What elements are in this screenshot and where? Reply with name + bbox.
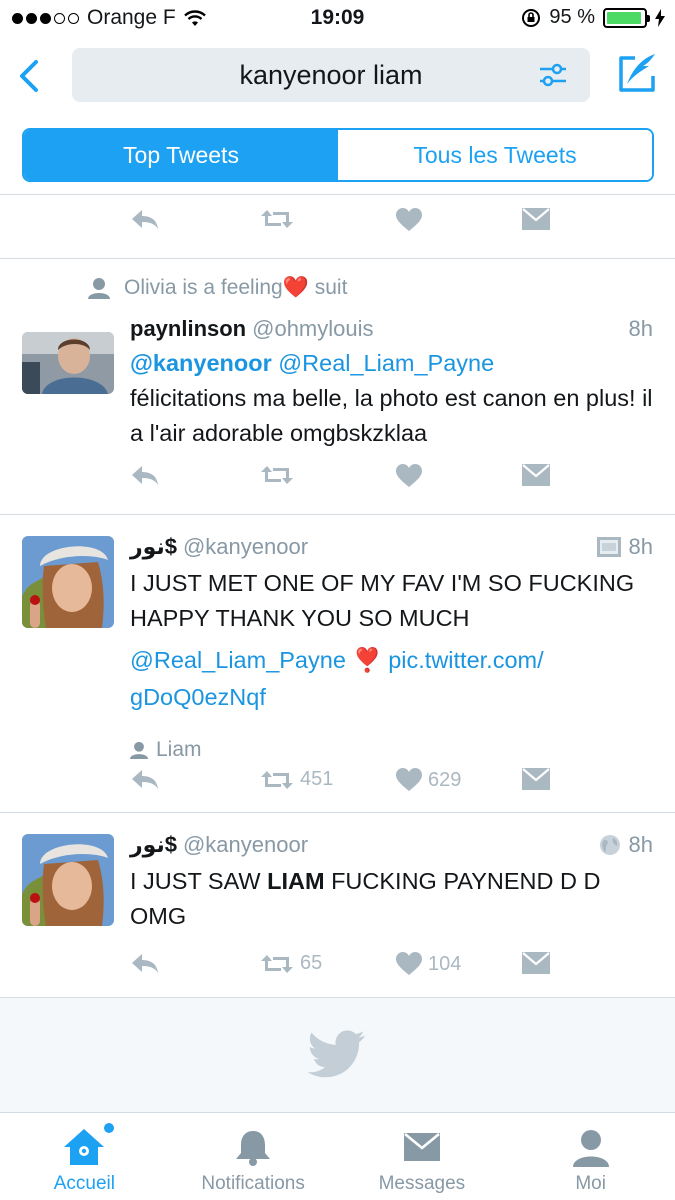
tweet-body-text: félicitations ma belle, la photo est can…: [130, 385, 653, 446]
social-context-text: Olivia is a feeling❤️ suit: [124, 276, 348, 299]
avatar[interactable]: [22, 834, 114, 926]
like-count: 629: [428, 768, 462, 791]
highlighted-term: LIAM: [267, 868, 325, 894]
home-icon: [64, 1129, 105, 1165]
status-bar: Orange F 19:09 95 %: [0, 0, 675, 40]
tweet-actions: 451 629: [130, 768, 660, 808]
tab-me[interactable]: Moi: [506, 1113, 675, 1200]
compose-tweet-icon[interactable]: [615, 52, 659, 96]
reply-button[interactable]: [130, 768, 160, 790]
battery-icon: [603, 7, 650, 28]
twitter-bird-icon: [308, 1030, 365, 1078]
notification-dot: [104, 1123, 114, 1133]
tab-home[interactable]: Accueil: [0, 1113, 169, 1200]
mention-link[interactable]: @Real_Liam_Payne: [278, 350, 494, 376]
social-context: Olivia is a feeling❤️ suit: [88, 276, 347, 300]
search-field[interactable]: kanyenoor liam: [72, 48, 590, 102]
tweet-actions: [130, 208, 660, 248]
nav-bar: kanyenoor liam: [0, 40, 675, 120]
tweet-filter-tabs: Top Tweets Tous les Tweets: [22, 128, 654, 182]
battery-percent: 95 %: [549, 6, 595, 28]
tweet-author-handle[interactable]: @kanyenoor: [183, 832, 308, 857]
tagged-name: Liam: [156, 738, 202, 761]
tweet-body-text: I JUST MET ONE OF MY FAV I'M SO FUCKING …: [130, 570, 635, 631]
retweet-button[interactable]: 451: [260, 768, 333, 791]
media-link-cont[interactable]: gDoQ0ezNqf: [130, 684, 266, 710]
retweet-button[interactable]: [260, 464, 294, 486]
mention-link[interactable]: @kanyenoor: [130, 350, 272, 376]
like-count: 104: [428, 952, 462, 975]
bottom-tab-bar: Accueil Notifications Messages Moi: [0, 1112, 675, 1200]
mention-link[interactable]: @Real_Liam_Payne: [130, 647, 346, 673]
tweet-item[interactable]: Olivia is a feeling❤️ suit paynlinson @oh…: [0, 258, 675, 514]
battery-info: 95 %: [521, 6, 665, 29]
person-icon: [88, 278, 110, 299]
avatar[interactable]: [22, 332, 114, 394]
tweet-author-name[interactable]: نور$: [130, 832, 177, 857]
reply-button[interactable]: [130, 952, 160, 974]
globe-icon: [599, 835, 620, 855]
timeline-end: [0, 998, 675, 1112]
tab-messages[interactable]: Messages: [338, 1113, 507, 1200]
tab-label: Notifications: [201, 1173, 305, 1194]
tab-label: Messages: [378, 1173, 466, 1194]
tweet-author-handle[interactable]: @kanyenoor: [183, 534, 308, 559]
like-button[interactable]: 104: [396, 952, 461, 976]
tab-notifications[interactable]: Notifications: [169, 1113, 338, 1200]
bell-icon: [236, 1131, 271, 1166]
direct-message-button[interactable]: [522, 208, 550, 230]
retweet-button[interactable]: [260, 208, 294, 230]
direct-message-button[interactable]: [522, 952, 550, 974]
media-link[interactable]: pic.twitter.com/: [388, 647, 543, 673]
person-icon: [572, 1130, 609, 1167]
search-query[interactable]: kanyenoor liam: [72, 60, 590, 91]
tweet-author-handle[interactable]: @ohmylouis: [252, 316, 373, 341]
tweet-author-name[interactable]: نور$: [130, 534, 177, 559]
retweet-button[interactable]: 65: [260, 952, 322, 975]
reply-button[interactable]: [130, 208, 160, 230]
image-icon: [596, 537, 621, 557]
retweet-count: 65: [300, 952, 323, 974]
emoji: ❣️: [352, 647, 382, 673]
tab-all-tweets[interactable]: Tous les Tweets: [338, 130, 652, 180]
direct-message-button[interactable]: [522, 768, 550, 790]
avatar[interactable]: [22, 536, 114, 628]
tweet-text: I JUST SAW LIAM FUCKING PAYNEND D D OMG: [130, 868, 601, 929]
back-chevron-icon[interactable]: [14, 56, 46, 96]
direct-message-button[interactable]: [522, 464, 550, 486]
reply-button[interactable]: [130, 464, 160, 486]
person-icon: [130, 741, 148, 759]
envelope-icon: [403, 1132, 440, 1161]
rotation-lock-icon: [522, 8, 541, 27]
like-button[interactable]: [396, 464, 422, 488]
divider: [0, 194, 675, 195]
charging-icon: [655, 8, 665, 27]
tweet-time: 8h: [628, 316, 653, 341]
filter-icon[interactable]: [538, 62, 568, 88]
tab-top-tweets[interactable]: Top Tweets: [24, 130, 338, 180]
like-button[interactable]: [396, 208, 422, 232]
tweet-time: 8h: [628, 832, 653, 857]
retweet-count: 451: [300, 768, 334, 790]
tweet-item[interactable]: نور$ @kanyenoor 8h I JUST MET ONE OF MY F…: [0, 514, 675, 812]
tab-label: Accueil: [53, 1173, 115, 1194]
tweet-text: @kanyenoor @Real_Liam_Payne félicitation…: [130, 346, 655, 451]
tweet-actions: 65 104: [130, 952, 660, 992]
tweet-time: 8h: [628, 534, 653, 559]
tweet-item[interactable]: نور$ @kanyenoor 8h I JUST SAW LIAM FUCKIN…: [0, 812, 675, 998]
like-button[interactable]: 629: [396, 768, 461, 792]
tweet-author-name[interactable]: paynlinson: [130, 316, 246, 341]
tagged-people[interactable]: Liam: [130, 738, 202, 762]
tweet-actions: [130, 464, 660, 504]
tab-label: Moi: [575, 1173, 606, 1194]
